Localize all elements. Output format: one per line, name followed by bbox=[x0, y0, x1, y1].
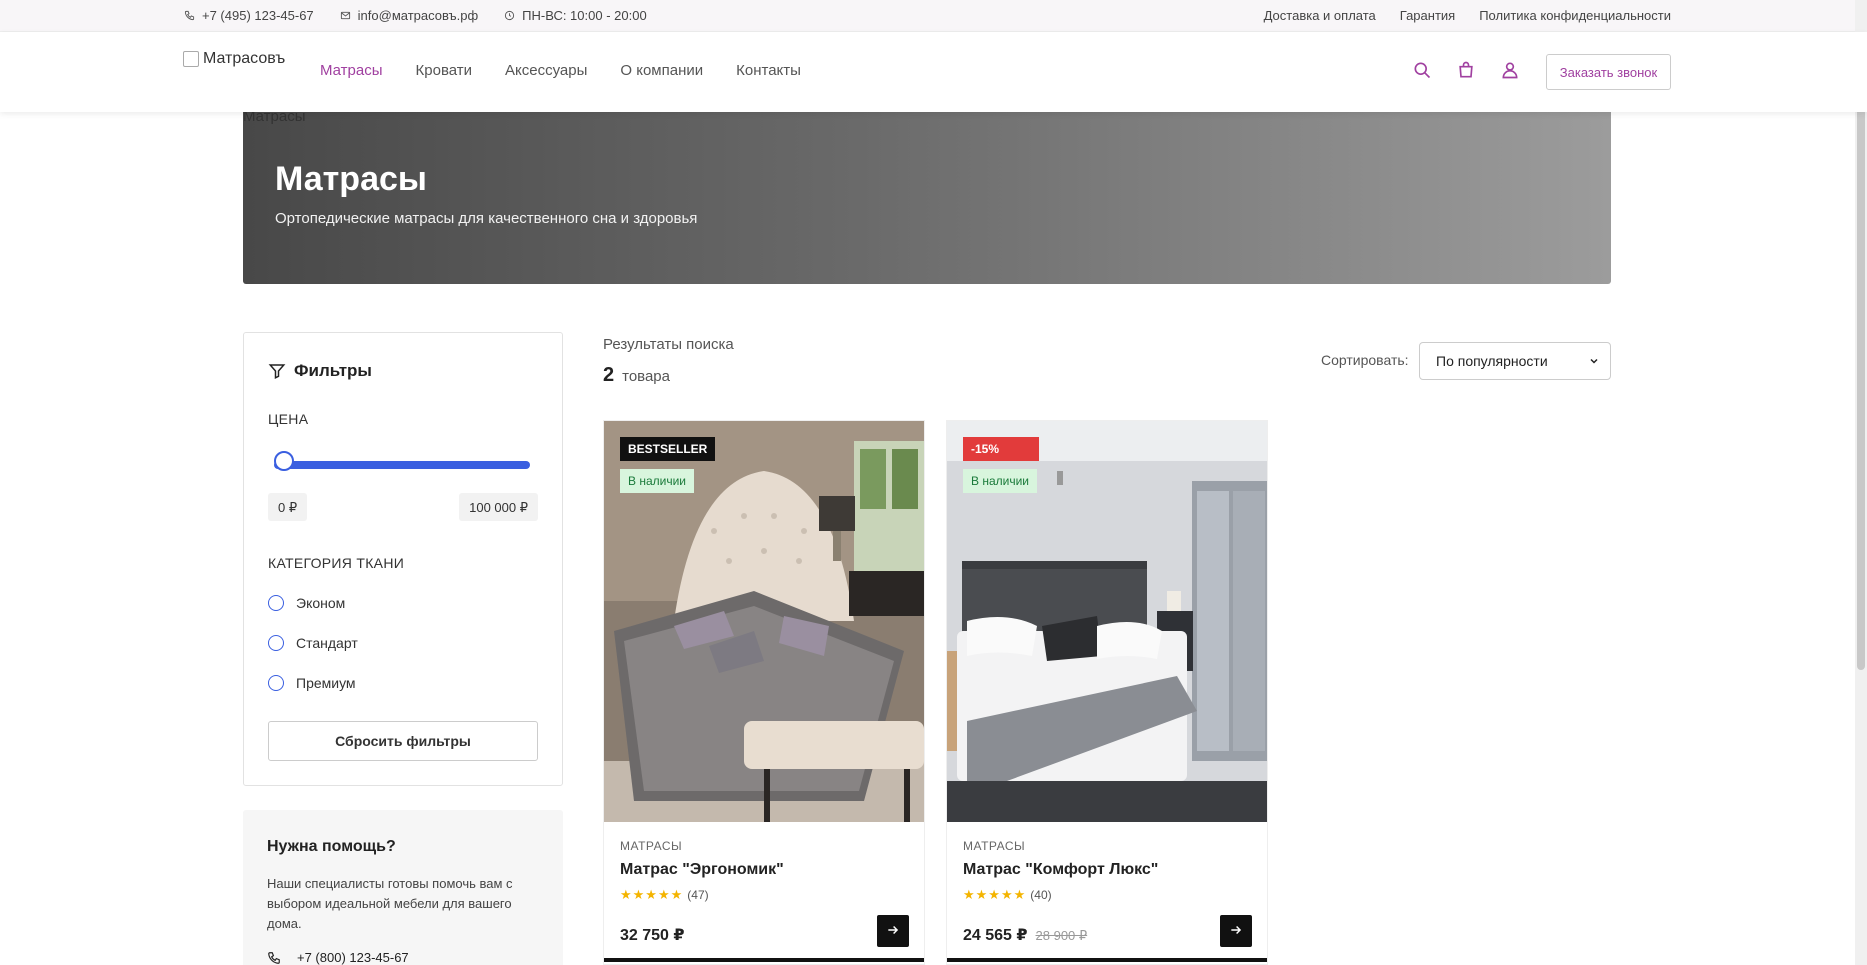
fabric-option-label: Эконом bbox=[296, 595, 346, 611]
card-bottom-bar bbox=[604, 958, 924, 962]
product-badge: BESTSELLER bbox=[620, 437, 716, 461]
price-slider-track[interactable] bbox=[274, 461, 530, 469]
nav-item-beds[interactable]: Кровати bbox=[416, 62, 472, 79]
results-title: Результаты поиска bbox=[603, 336, 734, 353]
fabric-filter-label: КАТЕГОРИЯ ТКАНИ bbox=[268, 555, 405, 571]
broken-image-icon bbox=[183, 51, 199, 67]
arrow-right-icon bbox=[888, 925, 899, 934]
help-text: Наши специалисты готовы помочь вам с выб… bbox=[267, 876, 513, 931]
product-category: МАТРАСЫ bbox=[620, 839, 683, 853]
results-count: 2 товара bbox=[603, 364, 670, 387]
reset-filters-button[interactable]: Сбросить фильтры bbox=[268, 721, 538, 761]
discount-badge: -15% bbox=[963, 437, 1039, 461]
card-bottom-bar bbox=[947, 958, 1267, 962]
topbar-hours: ПН-ВС: 10:00 - 20:00 bbox=[504, 8, 647, 23]
fabric-option-economy[interactable]: Эконом bbox=[268, 595, 345, 611]
topbar-email[interactable]: info@матрасовъ.рф bbox=[340, 8, 478, 23]
open-product-button[interactable] bbox=[877, 915, 909, 947]
review-count: (47) bbox=[687, 888, 709, 902]
nav-item-contacts[interactable]: Контакты bbox=[736, 62, 801, 79]
results-count-number: 2 bbox=[603, 364, 615, 386]
topbar-phone-text: +7 (495) 123-45-67 bbox=[202, 8, 314, 23]
radio-button[interactable] bbox=[268, 675, 284, 691]
sort-label: Сортировать: bbox=[1321, 352, 1409, 368]
help-box: Нужна помощь? Наши специалисты готовы по… bbox=[243, 810, 563, 965]
price-min-value: 0 ₽ bbox=[268, 493, 308, 521]
product-card[interactable]: -15% В наличии МАТРАСЫ Матрас "Комфорт Л… bbox=[946, 420, 1268, 965]
fabric-option-label: Премиум bbox=[296, 675, 356, 691]
page-title: Матрасы bbox=[275, 160, 427, 198]
chevron-down-icon bbox=[1590, 358, 1598, 364]
star-rating-icon: ★★★★★ bbox=[620, 887, 684, 902]
price-slider-handle[interactable] bbox=[274, 451, 294, 471]
filters-title: Фильтры bbox=[294, 361, 372, 380]
product-price: 32 750 ₽ bbox=[620, 925, 685, 945]
topbar-hours-text: ПН-ВС: 10:00 - 20:00 bbox=[522, 8, 647, 23]
filters-panel: Фильтры ЦЕНА 0 ₽ 100 000 ₽ КАТЕГОРИЯ ТКА… bbox=[243, 332, 563, 786]
main-nav: Матрасы Кровати Аксессуары О компании Ко… bbox=[320, 62, 801, 79]
nav-item-accessories[interactable]: Аксессуары bbox=[505, 62, 587, 79]
arrow-right-icon bbox=[1231, 925, 1242, 934]
logo-alt-text: Матрасовъ bbox=[203, 50, 286, 67]
topbar-phone[interactable]: +7 (495) 123-45-67 bbox=[184, 8, 314, 23]
fabric-option-label: Стандарт bbox=[296, 635, 358, 651]
price-filter-label: ЦЕНА bbox=[268, 411, 309, 427]
scrollbar-thumb[interactable] bbox=[1857, 60, 1865, 670]
current-price: 32 750 ₽ bbox=[620, 927, 685, 944]
stock-badge: В наличии bbox=[963, 469, 1038, 493]
search-icon[interactable] bbox=[1412, 60, 1432, 80]
main-header: Матрасовъ Матрасы Кровати Аксессуары О к… bbox=[0, 32, 1867, 112]
stock-badge: В наличии bbox=[620, 469, 695, 493]
open-product-button[interactable] bbox=[1220, 915, 1252, 947]
filters-heading: Фильтры bbox=[268, 361, 372, 381]
help-phone[interactable]: +7 (800) 123-45-67 bbox=[267, 950, 409, 965]
nav-item-mattresses[interactable]: Матрасы bbox=[320, 62, 383, 79]
nav-item-about[interactable]: О компании bbox=[620, 62, 703, 79]
results-count-label: товара bbox=[622, 368, 670, 385]
product-name[interactable]: Матрас "Комфорт Люкс" bbox=[963, 861, 1158, 879]
star-rating-icon: ★★★★★ bbox=[963, 887, 1027, 902]
logo[interactable]: Матрасовъ bbox=[183, 50, 285, 68]
review-count: (40) bbox=[1030, 888, 1052, 902]
radio-button[interactable] bbox=[268, 635, 284, 651]
category-hero: Матрасы Матрасы Ортопедические матрасы д… bbox=[243, 100, 1611, 284]
topbar-link-privacy[interactable]: Политика конфиденциальности bbox=[1479, 8, 1671, 23]
radio-button[interactable] bbox=[268, 595, 284, 611]
old-price: 28 900 ₽ bbox=[1035, 928, 1088, 943]
clock-icon bbox=[505, 10, 515, 21]
fabric-option-premium[interactable]: Премиум bbox=[268, 675, 356, 691]
fabric-option-standard[interactable]: Стандарт bbox=[268, 635, 358, 651]
product-card[interactable]: BESTSELLER В наличии МАТРАСЫ Матрас "Эрг… bbox=[603, 420, 925, 965]
product-name[interactable]: Матрас "Эргономик" bbox=[620, 861, 784, 879]
product-rating: ★★★★★ (40) bbox=[963, 887, 1052, 903]
product-rating: ★★★★★ (47) bbox=[620, 887, 709, 903]
page-subtitle: Ортопедические матрасы для качественного… bbox=[275, 210, 698, 227]
help-title: Нужна помощь? bbox=[267, 838, 396, 855]
call-request-button[interactable]: Заказать звонок bbox=[1546, 54, 1671, 90]
sort-selected-value: По популярности bbox=[1436, 353, 1548, 369]
phone-icon bbox=[268, 951, 280, 964]
topbar-link-warranty[interactable]: Гарантия bbox=[1400, 8, 1455, 23]
cart-icon[interactable] bbox=[1456, 60, 1476, 80]
product-price: 24 565 ₽ 28 900 ₽ bbox=[963, 925, 1087, 945]
current-price: 24 565 ₽ bbox=[963, 927, 1028, 944]
user-icon[interactable] bbox=[1500, 60, 1520, 80]
topbar-link-delivery[interactable]: Доставка и оплата bbox=[1264, 8, 1376, 23]
help-phone-text: +7 (800) 123-45-67 bbox=[297, 950, 409, 965]
filter-icon bbox=[268, 364, 286, 379]
sort-select[interactable]: По популярности bbox=[1419, 342, 1611, 380]
page-scrollbar[interactable] bbox=[1855, 0, 1867, 965]
price-max-value: 100 000 ₽ bbox=[459, 493, 538, 521]
mail-icon bbox=[340, 11, 350, 20]
topbar-email-text: info@матрасовъ.рф bbox=[357, 8, 479, 23]
top-bar: +7 (495) 123-45-67 info@матрасовъ.рф ПН-… bbox=[0, 0, 1867, 32]
phone-icon bbox=[184, 10, 195, 21]
product-category: МАТРАСЫ bbox=[963, 839, 1026, 853]
